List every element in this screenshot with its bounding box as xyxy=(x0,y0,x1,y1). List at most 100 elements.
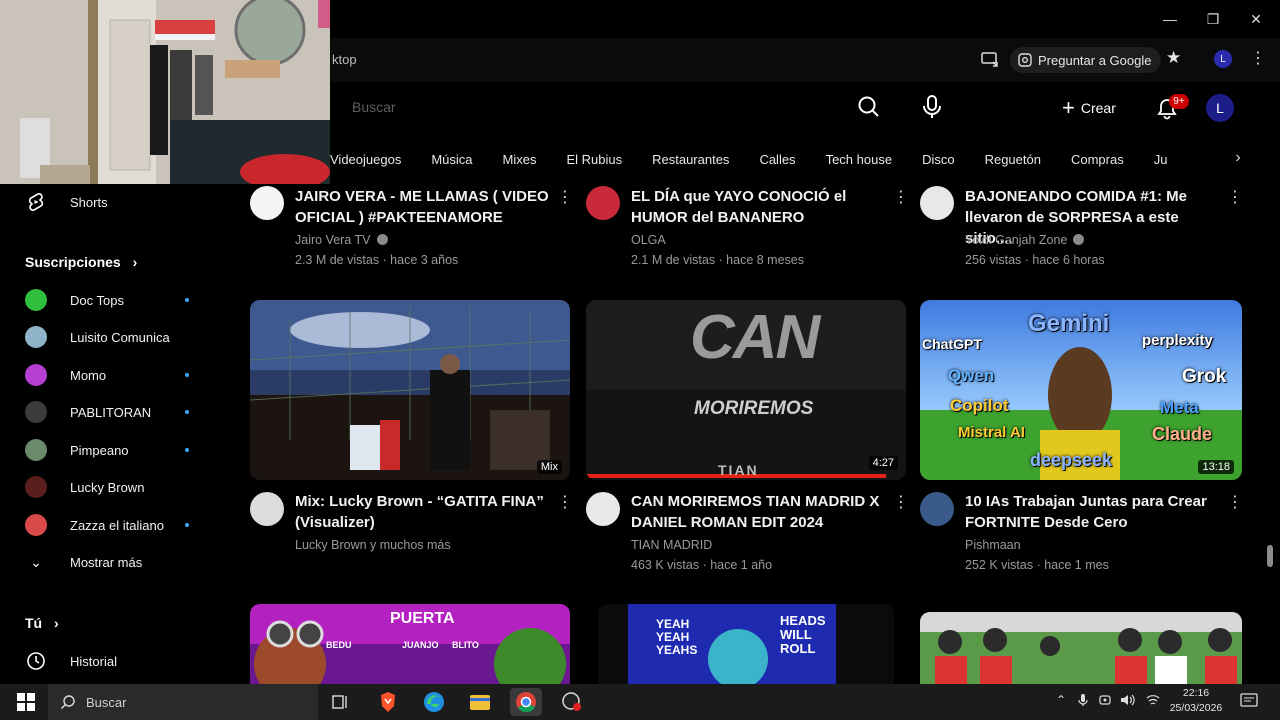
sidebar-item-shorts[interactable]: Shorts xyxy=(25,190,108,214)
browser-profile-avatar[interactable]: L xyxy=(1214,50,1232,68)
video-thumbnail[interactable]: Mix xyxy=(250,300,570,480)
microphone-icon[interactable] xyxy=(1078,693,1088,710)
chip[interactable]: Ju xyxy=(1154,147,1168,173)
video-title[interactable]: Mix: Lucky Brown - “GATITA FINA” xyxy=(295,491,553,512)
chevron-right-icon[interactable]: › xyxy=(1228,149,1248,171)
brave-browser-icon[interactable] xyxy=(374,688,402,716)
address-bar-url[interactable]: ktop xyxy=(332,52,357,67)
new-content-dot xyxy=(185,298,189,302)
video-menu-icon[interactable]: ⋮ xyxy=(1227,187,1243,207)
chip[interactable]: Reguetón xyxy=(985,147,1041,173)
subscription-item[interactable]: Momo xyxy=(25,363,106,387)
chrome-browser-icon[interactable] xyxy=(510,688,542,716)
subscription-item[interactable]: PABLITORAN xyxy=(25,400,151,424)
duration-badge: 13:18 xyxy=(1198,460,1234,474)
subscriptions-heading[interactable]: Suscripciones › xyxy=(25,254,137,270)
video-meta: 256 vistas · hace 6 horas xyxy=(965,253,1105,267)
speaker-icon[interactable] xyxy=(1120,693,1136,710)
windows-start-icon[interactable] xyxy=(12,688,40,716)
video-thumbnail[interactable]: PUERTA BEDU JUANJO BLITO xyxy=(250,604,570,684)
search-icon[interactable] xyxy=(852,90,886,124)
install-app-icon[interactable] xyxy=(980,49,1000,69)
mix-badge: Mix xyxy=(536,460,562,474)
video-thumbnail[interactable]: CAN MORIREMOS TIAN 4:27 xyxy=(586,300,906,480)
subscription-item[interactable]: Lucky Brown xyxy=(25,475,144,499)
chip[interactable]: Tech house xyxy=(826,147,893,173)
show-more-button[interactable]: ⌄ Mostrar más xyxy=(25,550,142,574)
video-meta: 2.3 M de vistas · hace 3 años xyxy=(295,253,459,267)
subscription-item[interactable]: Zazza el italiano xyxy=(25,513,164,537)
channel-name[interactable]: Jairo Vera TV xyxy=(295,233,371,247)
page-scrollbar[interactable] xyxy=(1267,545,1273,567)
browser-menu-icon[interactable]: ⋮ xyxy=(1250,48,1266,68)
video-menu-icon[interactable]: ⋮ xyxy=(893,492,909,512)
recording-app-icon[interactable] xyxy=(558,688,586,716)
chip[interactable]: Restaurantes xyxy=(652,147,729,173)
video-title[interactable]: OFICIAL ) #PAKTEENAMORE xyxy=(295,207,553,228)
chip[interactable]: Calles xyxy=(759,147,795,173)
thumbnail-text: MORIREMOS xyxy=(694,398,814,419)
account-avatar[interactable]: L xyxy=(1206,94,1234,122)
file-explorer-icon[interactable] xyxy=(466,688,494,716)
video-title[interactable]: 10 IAs Trabajan Juntas para Crear xyxy=(965,491,1223,512)
video-menu-icon[interactable]: ⋮ xyxy=(557,492,573,512)
chip[interactable]: Compras xyxy=(1071,147,1124,173)
video-thumbnail[interactable]: YEAH YEAH YEAHS HEADS WILL ROLL xyxy=(598,604,894,684)
new-content-dot xyxy=(185,448,189,452)
chip[interactable]: El Rubius xyxy=(566,147,622,173)
video-menu-icon[interactable]: ⋮ xyxy=(557,187,573,207)
chip[interactable]: Disco xyxy=(922,147,955,173)
channel-name[interactable]: Pishmaan xyxy=(965,538,1021,552)
video-menu-icon[interactable]: ⋮ xyxy=(1227,492,1243,512)
channel-avatar[interactable] xyxy=(250,186,284,220)
subscription-label: Luisito Comunica xyxy=(70,329,170,345)
channel-name[interactable]: Lucky Brown y muchos más xyxy=(295,538,451,552)
minimize-button[interactable]: — xyxy=(1156,8,1184,30)
chip[interactable]: Mixes xyxy=(503,147,537,173)
channel-avatar[interactable] xyxy=(250,492,284,526)
video-title[interactable]: FORTNITE Desde Cero xyxy=(965,512,1223,533)
video-thumbnail[interactable]: ChatGPT Gemini perplexity Qwen Grok Copilot Me… xyxy=(920,300,1242,480)
bookmark-star-icon[interactable]: ★ xyxy=(1166,48,1181,68)
channel-name[interactable]: Yoidi Ganjah Zone xyxy=(965,233,1067,247)
video-title[interactable]: EL DÍA que YAYO CONOCIÓ el xyxy=(631,186,889,207)
video-title[interactable]: JAIRO VERA - ME LLAMAS ( VIDEO xyxy=(295,186,553,207)
video-title[interactable]: (Visualizer) xyxy=(295,512,553,533)
video-title[interactable]: BAJONEANDO COMIDA #1: Me xyxy=(965,186,1223,207)
edge-browser-icon[interactable] xyxy=(420,688,448,716)
subscription-item[interactable]: Pimpeano xyxy=(25,438,129,462)
close-button[interactable]: ✕ xyxy=(1242,8,1270,30)
location-icon[interactable] xyxy=(1098,693,1112,710)
microphone-icon[interactable] xyxy=(916,90,948,124)
chip[interactable]: Videojuegos xyxy=(330,147,401,173)
tray-overflow-icon[interactable]: ⌃ xyxy=(1056,693,1066,707)
video-title[interactable]: CAN MORIREMOS TIAN MADRID X xyxy=(631,491,889,512)
taskbar-clock[interactable]: 22:16 25/03/2026 xyxy=(1168,686,1224,716)
create-label: Crear xyxy=(1080,100,1116,116)
chip[interactable]: Música xyxy=(431,147,472,173)
channel-avatar[interactable] xyxy=(920,492,954,526)
channel-avatar[interactable] xyxy=(586,186,620,220)
network-icon[interactable] xyxy=(1146,693,1160,710)
video-title[interactable]: HUMOR del BANANERO xyxy=(631,207,889,228)
sidebar-item-history[interactable]: Historial xyxy=(25,649,117,673)
task-view-icon[interactable] xyxy=(326,688,354,716)
taskbar-search-input[interactable]: Buscar xyxy=(48,684,318,720)
video-title[interactable]: DANIEL ROMAN EDIT 2024 xyxy=(631,512,889,533)
search-input[interactable]: Buscar xyxy=(338,90,838,124)
video-thumbnail[interactable] xyxy=(920,612,1242,684)
channel-name[interactable]: TIAN MADRID xyxy=(631,538,712,552)
ask-google-button[interactable]: Preguntar a Google xyxy=(1010,47,1162,73)
channel-avatar[interactable] xyxy=(920,186,954,220)
restore-button[interactable]: ❐ xyxy=(1199,8,1227,30)
subscription-item[interactable]: Doc Tops xyxy=(25,288,124,312)
chevron-right-icon: › xyxy=(132,254,138,270)
video-menu-icon[interactable]: ⋮ xyxy=(893,187,909,207)
you-heading[interactable]: Tú › xyxy=(25,615,59,631)
channel-avatar[interactable] xyxy=(586,492,620,526)
subscription-item[interactable]: Luisito Comunica xyxy=(25,325,170,349)
new-content-dot xyxy=(185,410,189,414)
notifications-center-icon[interactable] xyxy=(1240,693,1258,712)
create-button[interactable]: + Crear xyxy=(1062,94,1116,122)
channel-name[interactable]: OLGA xyxy=(631,233,666,247)
